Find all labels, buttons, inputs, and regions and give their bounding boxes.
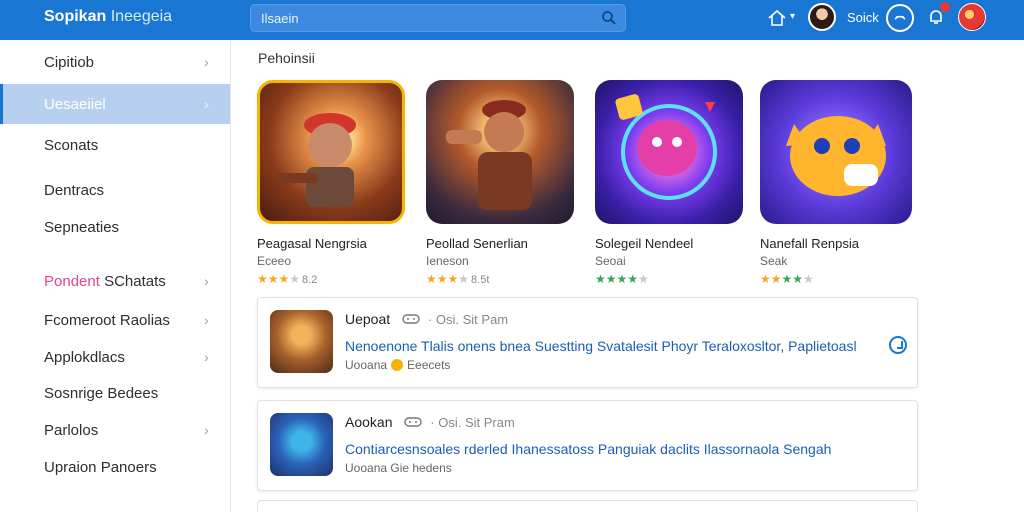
game-title: Aookan [345,414,393,430]
chevron-right-icon: › [204,54,209,70]
sidebar-item[interactable]: Dentracs [0,170,230,210]
search-box[interactable]: Ilsaein [250,4,626,32]
sidebar-item[interactable]: Fcomeroot Raolias › [0,300,230,340]
chevron-right-icon: › [204,96,209,112]
game-thumbnail[interactable] [595,80,743,224]
star-rating: ★★★★ 8.2 [257,272,318,286]
sidebar-item-label: Cipitiob [44,54,95,71]
notification-badge [940,2,950,12]
sidebar-item-label: Upraion Panoers [44,459,157,476]
featured-game-card[interactable]: Peollad Senerlian Ieneson ★★★★ 8.5t [426,80,578,286]
featured-game-card[interactable]: Peagasal Nengrsia Eceeo ★★★★ 8.2 [257,80,409,286]
sidebar-item-label: Sepneaties [44,219,120,236]
sidebar-item-label: Fcomeroot Raolias [44,312,170,329]
game-meta-text: Osi. Sit Pam [435,312,509,327]
chevron-down-icon[interactable]: ▾ [790,11,795,22]
sidebar-item-label: Applokdlacs [44,349,125,366]
search-input[interactable]: Ilsaein [261,11,299,26]
sidebar-item-label: Uesaeiiel [44,96,106,113]
game-description-link[interactable]: Contiarcesnsoales rderled Ihanessatoss P… [345,441,831,457]
game-list-item[interactable] [257,500,918,512]
game-title: Solegeil Nendeel [595,236,694,251]
game-meta: · Osi. Sit Pram [430,415,515,430]
star-rating: ★★★★★ [595,272,649,286]
game-developer: Seoai [595,254,626,268]
chevron-right-icon: › [204,349,209,365]
game-thumbnail[interactable] [426,80,574,224]
game-title: Peagasal Nengrsia [257,236,367,251]
brand-subtitle: Ineegeia [110,8,173,25]
controller-icon[interactable] [886,4,914,32]
sidebar-item[interactable]: Pondent SChatats › [0,261,230,301]
coin-icon [391,359,404,371]
game-title: Peollad Senerlian [426,236,528,251]
star-rating: ★★★★ 8.5t [426,272,490,286]
sidebar-item-label: Parlolos [44,422,99,439]
game-thumbnail[interactable] [270,310,333,373]
chevron-right-icon: › [204,422,209,438]
sidebar-item-label: Pondent SChatats [44,273,166,290]
sidebar-item-active[interactable]: Uesaeiiel › [0,84,230,124]
featured-game-card[interactable]: Solegeil Nendeel Seoai ★★★★★ [595,80,747,286]
game-thumbnail[interactable] [257,80,405,224]
top-bar: Sopikan Ineegeia Ilsaein ▾ Soick [0,0,1024,40]
sidebar-item-accent: Pondent [44,273,100,290]
rating-value: 8.5t [471,274,490,286]
rating-value: 8.2 [302,274,318,286]
user-avatar[interactable] [808,3,836,31]
sidebar: Cipitiob › Uesaeiiel › Sconats Dentracs … [0,40,231,512]
featured-game-card[interactable]: Nanefall Renpsia Seak ★★★★★ [760,80,912,286]
sidebar-item-text: SChatats [104,273,166,290]
footer-text-b: Eeecets [407,358,451,372]
game-title: Nanefall Renpsia [760,236,860,251]
game-list-item[interactable]: Aookan · Osi. Sit Pram Contiarcesnsoales… [257,400,918,491]
sidebar-item[interactable]: Sepneaties [0,207,230,247]
sidebar-item[interactable]: Sosnrige Bedees [0,373,230,413]
game-thumbnail[interactable] [270,413,333,476]
footer-text-a: Uooana [345,358,388,372]
game-description-link[interactable]: Nenoenone Tlalis onens bnea Suestting Sv… [345,338,857,354]
sidebar-item[interactable]: Parlolos › [0,410,230,450]
sidebar-item[interactable]: Upraion Panoers [0,447,230,487]
sidebar-item[interactable]: Sconats [0,125,230,165]
sidebar-item-label: Dentracs [44,182,105,199]
section-title: Pehoinsii [258,50,315,66]
chevron-right-icon: › [204,312,209,328]
chevron-right-icon: › [204,273,209,289]
game-thumbnail[interactable] [760,80,912,224]
game-developer: Eceeo [257,254,292,268]
user-name[interactable]: Soick [847,10,879,25]
gamepad-icon [404,417,423,427]
star-rating: ★★★★★ [760,272,814,286]
game-footer: Uooana Gie hedens [345,461,452,475]
app-brand[interactable]: Sopikan Ineegeia [44,8,172,26]
sidebar-item[interactable]: Applokdlacs › [0,337,230,377]
gamepad-icon [402,314,420,324]
game-footer: Uooana Eeecets [345,358,450,372]
game-list-item[interactable]: Uepoat · Osi. Sit Pam Nenoenone Tlalis o… [257,297,918,388]
game-meta-text: Osi. Sit Pram [438,415,515,430]
game-developer: Seak [760,254,788,268]
list-item-title: Uepoat · Osi. Sit Pam [345,311,508,327]
game-title: Uepoat [345,311,391,327]
game-meta: · Osi. Sit Pam [427,312,509,327]
home-icon[interactable] [766,7,788,29]
search-icon[interactable] [601,10,617,26]
sidebar-item-label: Sconats [44,137,99,154]
sidebar-item-label: Sosnrige Bedees [44,385,159,402]
check-circle-icon[interactable] [889,336,907,354]
game-developer: Ieneson [426,254,469,268]
list-item-title: Aookan · Osi. Sit Pram [345,414,515,430]
brand-name: Sopikan [44,8,107,25]
sidebar-item[interactable]: Cipitiob › [0,42,230,82]
profile-avatar[interactable] [958,3,986,31]
